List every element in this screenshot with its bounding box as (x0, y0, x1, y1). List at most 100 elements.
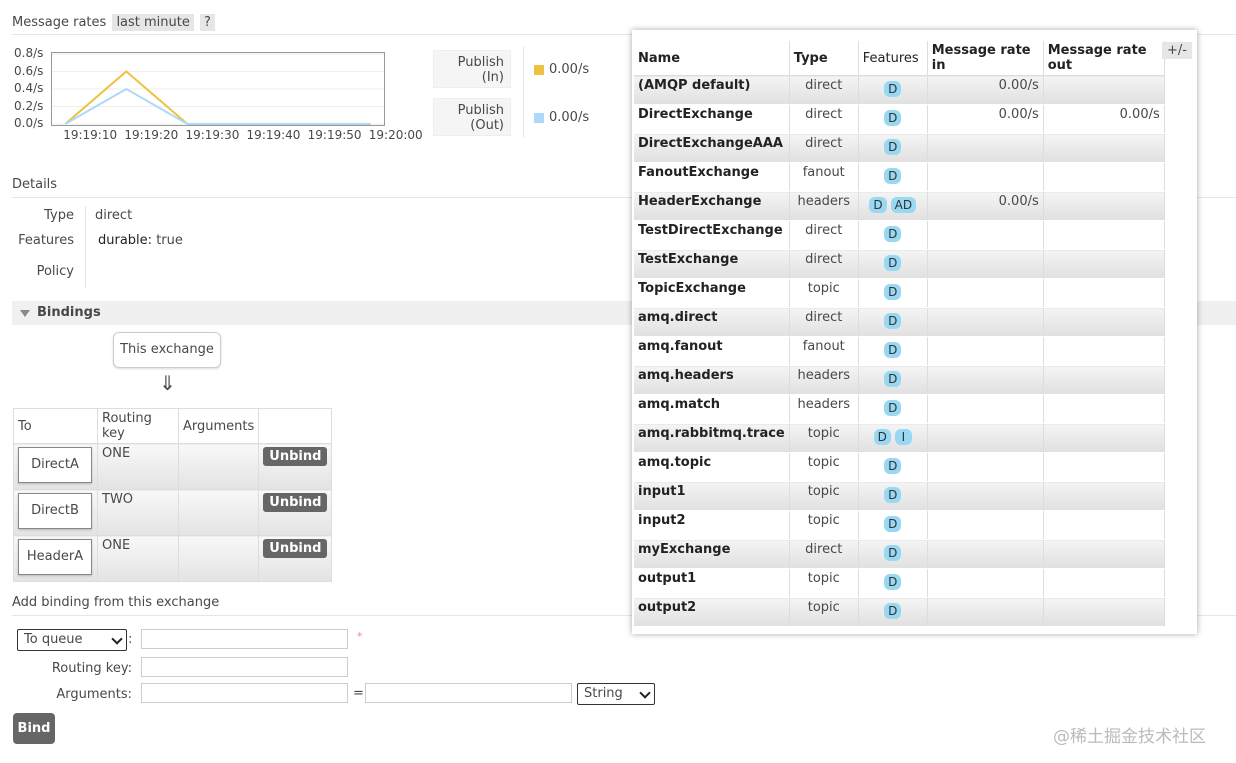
table-row[interactable]: amq.topic topic D (634, 452, 1165, 482)
table-row[interactable]: output2 topic D (634, 597, 1165, 627)
table-row[interactable]: input2 topic D (634, 510, 1165, 540)
argument-type-select[interactable]: String (577, 683, 655, 705)
features-durable-key: durable: (98, 233, 153, 248)
table-row[interactable]: amq.direct direct D (634, 307, 1165, 337)
bindings-title: Bindings (37, 305, 101, 320)
collapse-triangle-icon (20, 310, 30, 317)
exchange-name[interactable]: output1 (634, 568, 790, 598)
unbind-button[interactable]: Unbind (263, 493, 328, 512)
routing-key-input[interactable] (141, 657, 348, 677)
table-row[interactable]: input1 topic D (634, 481, 1165, 511)
table-row[interactable]: TestExchange direct D (634, 249, 1165, 279)
exchange-name[interactable]: DirectExchangeAAA (634, 133, 790, 163)
binding-arguments (177, 535, 260, 582)
exchange-name[interactable]: amq.rabbitmq.trace (634, 423, 790, 453)
table-row[interactable]: amq.match headers D (634, 394, 1165, 424)
exchange-name[interactable]: amq.headers (634, 365, 790, 395)
exchange-name[interactable]: input2 (634, 510, 790, 540)
binding-destination-link[interactable]: DirectB (18, 493, 92, 529)
exchange-rate-out (1043, 423, 1165, 453)
argument-value-input[interactable] (365, 683, 572, 703)
exchange-name[interactable]: TestExchange (634, 249, 790, 279)
exchange-type: topic (789, 481, 859, 511)
exchange-name[interactable]: HeaderExchange (634, 191, 790, 221)
this-exchange-box: This exchange (113, 332, 221, 368)
table-row[interactable]: myExchange direct D (634, 539, 1165, 569)
exchange-name[interactable]: input1 (634, 481, 790, 511)
exchange-rate-out (1043, 365, 1165, 395)
exchange-rate-out (1043, 133, 1165, 163)
feature-badge: D (884, 168, 902, 184)
y-tick-label: 0.0/s (14, 116, 44, 130)
details-features-label: Features (18, 233, 74, 248)
exchange-name[interactable]: DirectExchange (634, 104, 790, 134)
exchange-features: D (858, 162, 928, 192)
col-name[interactable]: Name (634, 41, 790, 76)
table-row[interactable]: DirectExchangeAAA direct D (634, 133, 1165, 163)
binding-destination-link[interactable]: HeaderA (18, 539, 92, 575)
exchange-rate-out (1043, 278, 1165, 308)
table-row[interactable]: (AMQP default) direct D 0.00/s (634, 75, 1165, 105)
table-row[interactable]: DirectExchange direct D 0.00/s 0.00/s (634, 104, 1165, 134)
exchange-type: topic (789, 597, 859, 627)
exchange-name[interactable]: TopicExchange (634, 278, 790, 308)
rates-period-toggle[interactable]: last minute (112, 14, 194, 31)
exchange-name[interactable]: TestDirectExchange (634, 220, 790, 250)
exchange-name[interactable]: amq.fanout (634, 336, 790, 366)
rates-help-button[interactable]: ? (200, 14, 215, 31)
exchange-features: D (858, 365, 928, 395)
table-row[interactable]: amq.rabbitmq.trace topic D I (634, 423, 1165, 453)
binding-destination-link[interactable]: DirectA (18, 447, 92, 483)
exchange-features: D (858, 220, 928, 250)
table-row[interactable]: amq.fanout fanout D (634, 336, 1165, 366)
exchange-rate-in (927, 394, 1044, 424)
equals-sign: = (353, 686, 364, 701)
publish-out-swatch (534, 113, 544, 123)
unbind-button[interactable]: Unbind (263, 539, 328, 558)
exchange-type: fanout (789, 336, 859, 366)
watermark-text: @稀土掘金技术社区 (1053, 727, 1206, 747)
exchange-rate-in (927, 423, 1044, 453)
table-row[interactable]: amq.headers headers D (634, 365, 1165, 395)
exchange-name[interactable]: amq.match (634, 394, 790, 424)
table-row[interactable]: HeaderExchange headers D AD 0.00/s (634, 191, 1165, 221)
exchange-features: D (858, 510, 928, 540)
col-type[interactable]: Type (789, 41, 859, 76)
feature-badge: D (884, 284, 902, 300)
columns-toggle-button[interactable]: +/- (1162, 42, 1192, 59)
table-row[interactable]: TopicExchange topic D (634, 278, 1165, 308)
exchange-rate-out (1043, 307, 1165, 337)
table-row[interactable]: FanoutExchange fanout D (634, 162, 1165, 192)
argument-key-input[interactable] (141, 683, 348, 703)
exchange-name[interactable]: myExchange (634, 539, 790, 569)
table-row[interactable]: output1 topic D (634, 568, 1165, 598)
destination-type-select[interactable]: To queue (17, 629, 127, 651)
bind-button[interactable]: Bind (13, 713, 55, 744)
exchange-type: topic (789, 278, 859, 308)
arguments-label: Arguments: (56, 687, 132, 702)
exchange-name[interactable]: output2 (634, 597, 790, 627)
exchange-features: D (858, 481, 928, 511)
col-rate-out[interactable]: Message rate out (1043, 41, 1165, 76)
feature-badge: D (884, 371, 902, 387)
col-rate-in[interactable]: Message rate in (927, 41, 1044, 76)
feature-badge: D (884, 516, 902, 532)
feature-badge: D (873, 429, 891, 445)
exchange-name[interactable]: amq.direct (634, 307, 790, 337)
exchange-name[interactable]: (AMQP default) (634, 75, 790, 105)
exchange-name[interactable]: amq.topic (634, 452, 790, 482)
x-tick-label: 19:19:30 (185, 128, 240, 142)
feature-badge: D (884, 574, 902, 590)
unbind-button[interactable]: Unbind (263, 447, 328, 466)
exchange-features: D (858, 568, 928, 598)
exchange-features: D AD (858, 191, 928, 221)
col-arguments: Arguments (177, 408, 260, 444)
chevron-down-icon (639, 687, 651, 699)
x-tick-label: 19:19:40 (246, 128, 301, 142)
y-tick-label: 0.8/s (14, 46, 44, 60)
publish-in-rate: 0.00/s (549, 62, 590, 77)
destination-name-input[interactable] (141, 629, 348, 649)
feature-badge: I (894, 429, 912, 445)
exchange-name[interactable]: FanoutExchange (634, 162, 790, 192)
table-row[interactable]: TestDirectExchange direct D (634, 220, 1165, 250)
